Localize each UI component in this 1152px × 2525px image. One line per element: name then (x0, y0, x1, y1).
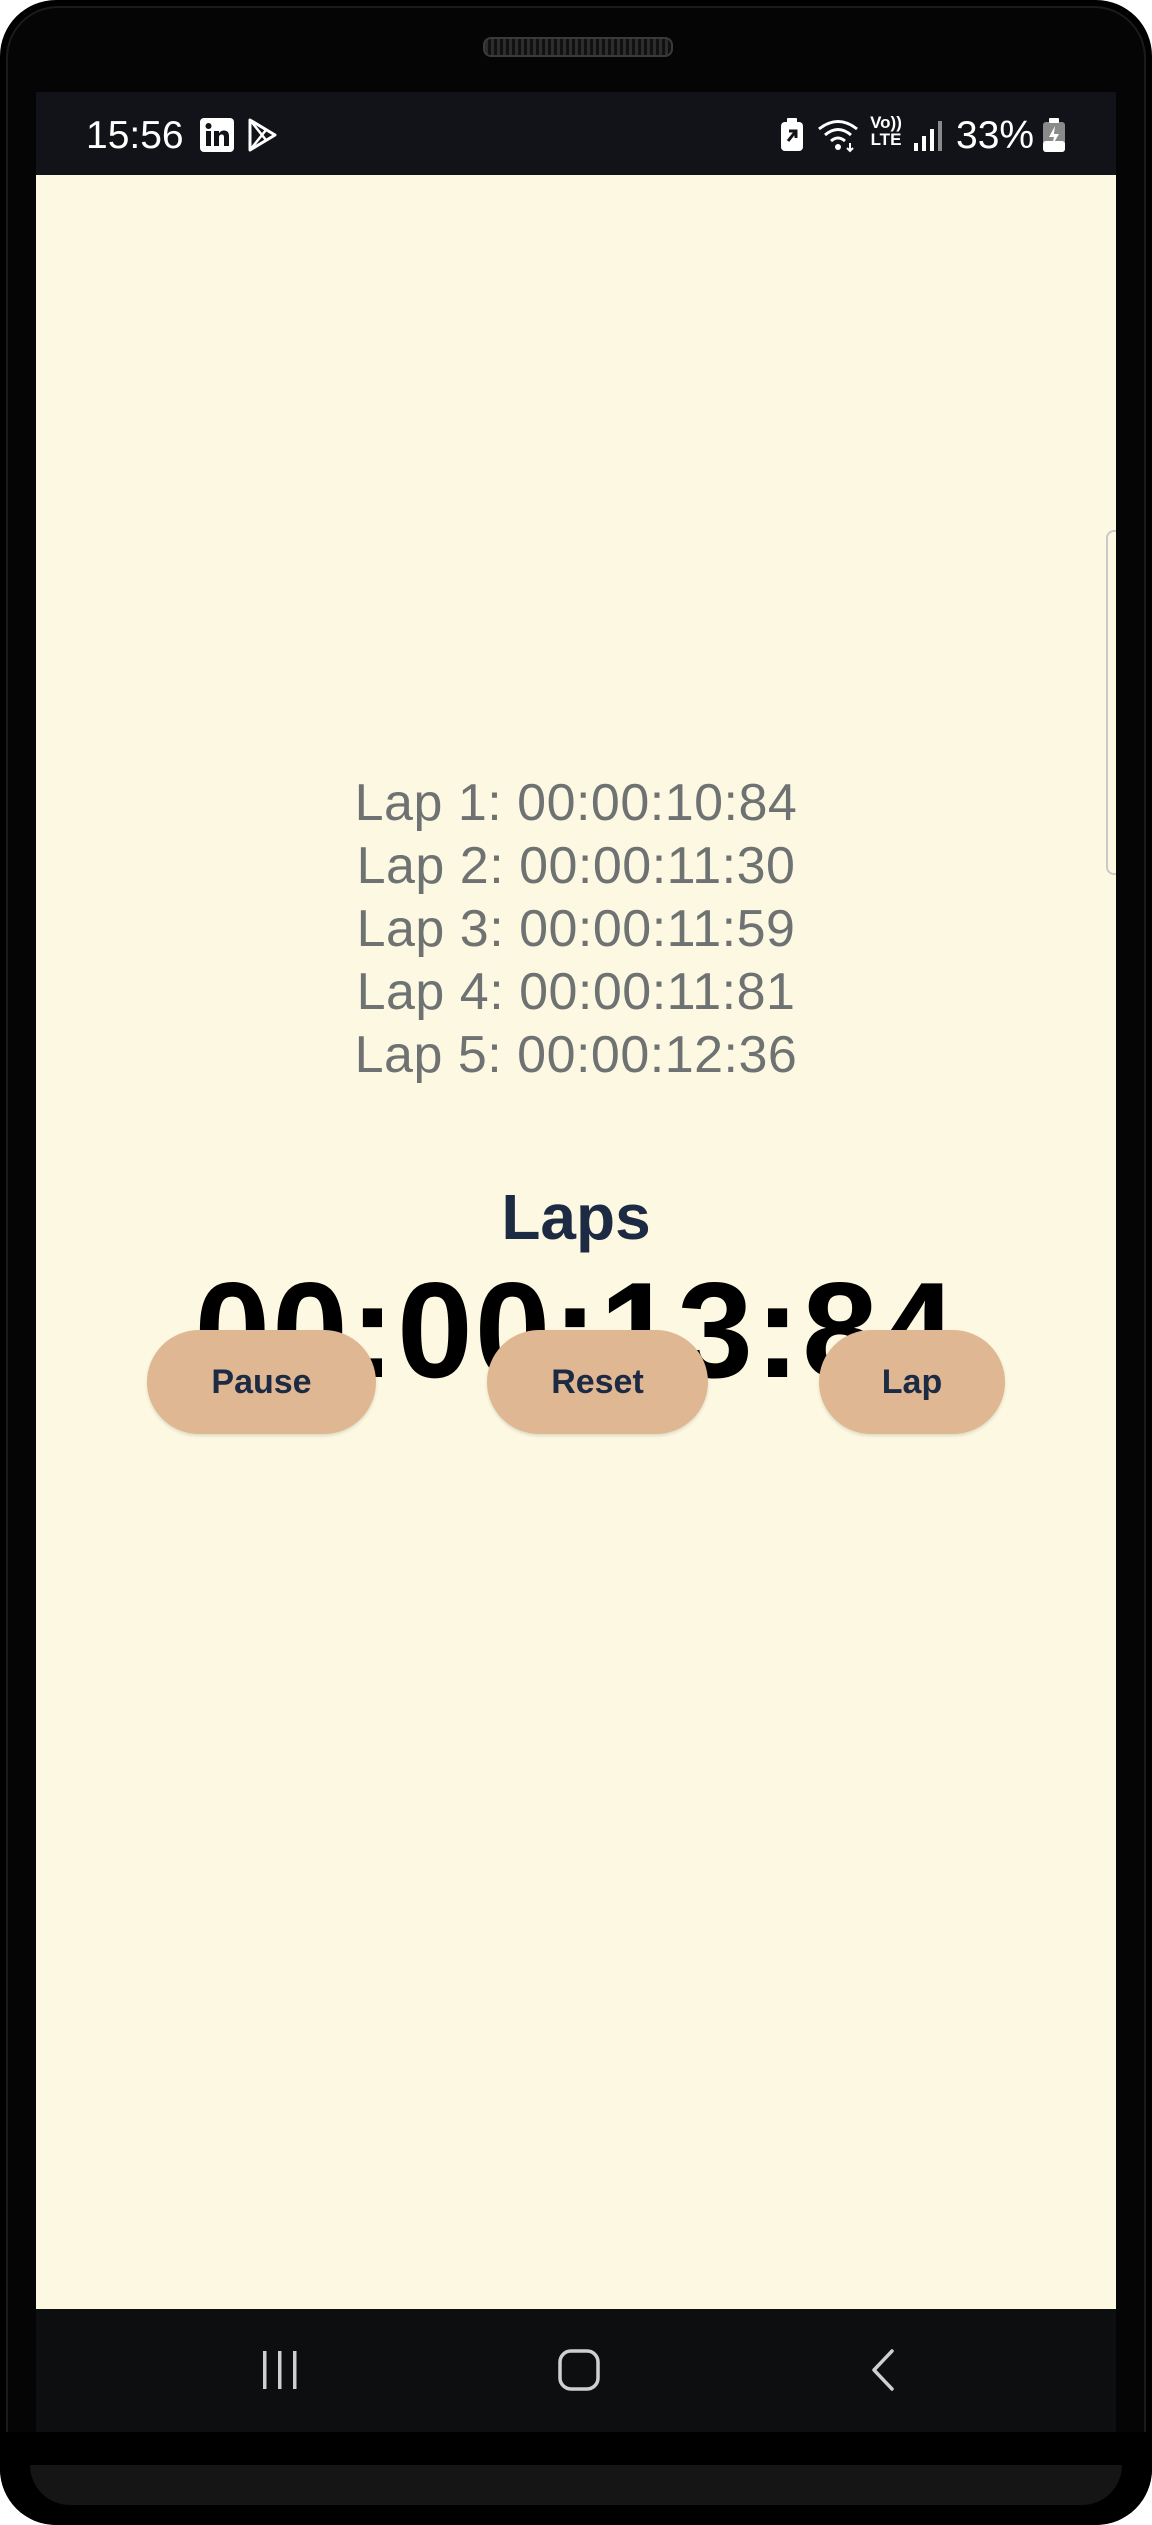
signal-icon (912, 117, 944, 158)
lap-item: Lap 2: 00:00:11:30 (356, 837, 796, 895)
play-store-icon (244, 117, 280, 158)
bottom-frame-lip (30, 2465, 1122, 2505)
lap-button[interactable]: Lap (819, 1330, 1005, 1434)
lap-item: Lap 1: 00:00:10:84 (354, 774, 798, 832)
home-icon[interactable] (556, 2347, 602, 2398)
app-screen: 15:56 Vo)) LTE 33% Lap 1: 00:00:10:84 La… (36, 92, 1116, 2432)
lap-item: Lap 5: 00:00:12:36 (354, 1026, 798, 1084)
phone-frame: 15:56 Vo)) LTE 33% Lap 1: 00:00:10:84 La… (0, 0, 1152, 2525)
battery-charging-icon (1042, 117, 1066, 158)
back-icon[interactable] (864, 2347, 904, 2398)
volte-label-top: Vo)) (870, 113, 902, 132)
earpiece-speaker (483, 37, 673, 57)
recents-icon[interactable] (258, 2347, 302, 2398)
edge-panel-handle[interactable] (1106, 530, 1116, 875)
lap-item: Lap 3: 00:00:11:59 (356, 900, 796, 958)
battery-saver-icon (779, 117, 805, 158)
volte-icon: Vo)) LTE (868, 114, 904, 148)
status-bar: 15:56 Vo)) LTE 33% (36, 92, 1116, 175)
lap-item: Lap 4: 00:00:11:81 (356, 963, 796, 1021)
status-time: 15:56 (86, 114, 184, 157)
reset-button[interactable]: Reset (487, 1330, 708, 1434)
laps-title: Laps (501, 1181, 651, 1253)
wifi-icon (816, 117, 860, 158)
linkedin-icon (199, 117, 235, 158)
navigation-bar (36, 2309, 1116, 2432)
battery-percent: 33% (956, 114, 1035, 157)
volte-label-bottom: LTE (870, 130, 902, 149)
pause-button[interactable]: Pause (147, 1330, 376, 1434)
lap-list: Lap 1: 00:00:10:84 Lap 2: 00:00:11:30 La… (36, 772, 1116, 1087)
